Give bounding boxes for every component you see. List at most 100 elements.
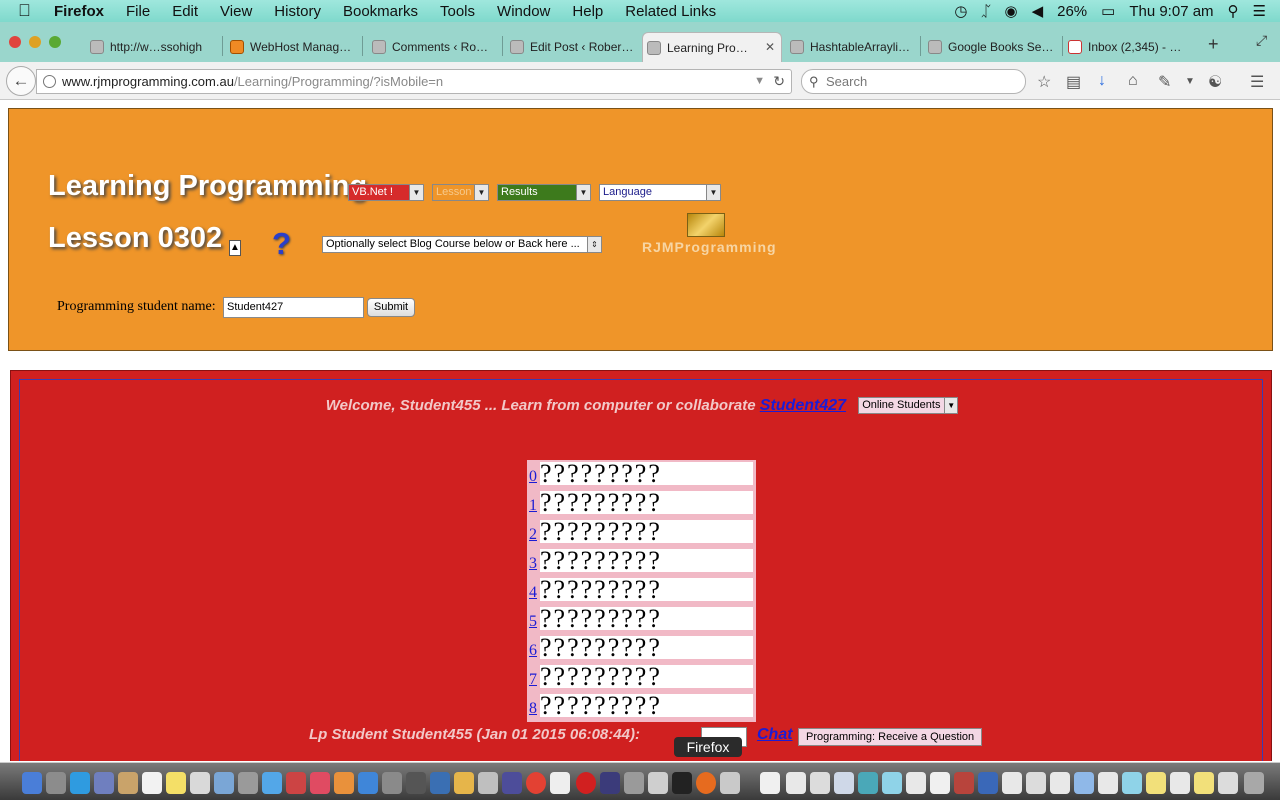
notes-icon[interactable] (166, 772, 186, 794)
grid-row-link[interactable]: 3 (529, 555, 537, 573)
app-icon[interactable] (648, 772, 668, 794)
minimized-window-icon[interactable] (930, 772, 950, 794)
minimized-window-icon[interactable] (1218, 772, 1238, 794)
linux-tux-icon[interactable]: ▲ (229, 240, 241, 256)
app-store-icon[interactable] (358, 772, 378, 794)
menu-bookmarks[interactable]: Bookmarks (343, 3, 418, 20)
menu-related-links[interactable]: Related Links (625, 3, 716, 20)
reminders-icon[interactable] (190, 772, 210, 794)
tab-2[interactable]: WebHost Manag… (226, 32, 358, 62)
menu-view[interactable]: View (220, 3, 252, 20)
tab-6[interactable]: HashtableArrayli… (786, 32, 918, 62)
minimize-window-icon[interactable] (29, 36, 41, 48)
messages-icon[interactable] (262, 772, 282, 794)
submit-button[interactable]: Submit (367, 298, 415, 317)
app-icon[interactable] (478, 772, 498, 794)
search-input[interactable]: ⚲ Search (801, 69, 1026, 94)
tab-4[interactable]: Edit Post ‹ Rober… (506, 32, 638, 62)
grid-row-link[interactable]: 8 (529, 700, 537, 718)
grid-row-cells[interactable]: ????????? (540, 636, 753, 659)
url-bar[interactable]: www.rjmprogramming.com.au/Learning/Progr… (36, 69, 792, 94)
app-icon[interactable] (406, 772, 426, 794)
help-question-icon[interactable]: ? (272, 226, 291, 262)
rjm-logo-image[interactable] (687, 213, 725, 237)
facetime-icon[interactable] (214, 772, 234, 794)
student-name-input[interactable]: Student427 (223, 297, 364, 318)
minimized-window-icon[interactable] (978, 772, 998, 794)
grid-row-link[interactable]: 5 (529, 613, 537, 631)
close-tab-icon[interactable]: ✕ (765, 40, 775, 54)
menu-clock[interactable]: Thu 9:07 am (1129, 3, 1213, 20)
language-select[interactable]: Language ▼ (599, 184, 721, 201)
minimized-window-icon[interactable] (1002, 772, 1022, 794)
collaborate-student-link[interactable]: Student427 (760, 397, 846, 414)
grid-row-cells[interactable]: ????????? (540, 607, 753, 630)
app-icon[interactable] (238, 772, 258, 794)
volume-icon[interactable]: ◀ (1032, 2, 1044, 20)
back-arrow-icon[interactable]: ← (6, 66, 36, 96)
minimized-window-icon[interactable] (1026, 772, 1046, 794)
grid-row-cells[interactable]: ????????? (540, 462, 753, 485)
home-icon[interactable]: ⌂ (1128, 72, 1138, 90)
document-icon[interactable] (760, 772, 780, 794)
grid-row-cells[interactable]: ????????? (540, 694, 753, 717)
app-icon[interactable] (624, 772, 644, 794)
firefox-icon[interactable] (696, 772, 716, 794)
new-tab-icon[interactable]: + (1208, 34, 1219, 55)
minimized-window-icon[interactable] (1074, 772, 1094, 794)
minimized-window-icon[interactable] (858, 772, 878, 794)
app-icon[interactable] (286, 772, 306, 794)
app-icon[interactable] (94, 772, 114, 794)
minimized-window-icon[interactable] (1170, 772, 1190, 794)
menu-history[interactable]: History (274, 3, 321, 20)
calendar-icon[interactable] (142, 772, 162, 794)
downloads-icon[interactable]: ↓ (1098, 72, 1106, 90)
menu-tools[interactable]: Tools (440, 3, 475, 20)
grid-row-link[interactable]: 1 (529, 497, 537, 515)
app-icon[interactable] (720, 772, 740, 794)
minimized-window-icon[interactable] (1146, 772, 1166, 794)
apple-icon[interactable]:  (18, 1, 38, 21)
addon-dropdown-icon[interactable]: ▼ (1185, 76, 1195, 87)
opera-icon[interactable] (576, 772, 596, 794)
course-language-select[interactable]: VB.Net ! ▼ (348, 184, 424, 201)
grid-row-link[interactable]: 0 (529, 468, 537, 486)
bluetooth-icon[interactable]: ᛢ (981, 3, 990, 20)
menu-file[interactable]: File (126, 3, 150, 20)
reload-icon[interactable]: ↻ (773, 70, 785, 93)
grid-row-link[interactable]: 7 (529, 671, 537, 689)
minimized-window-icon[interactable] (834, 772, 854, 794)
close-window-icon[interactable] (9, 36, 21, 48)
menu-edit[interactable]: Edit (172, 3, 198, 20)
time-machine-icon[interactable]: ◷ (954, 2, 967, 20)
online-students-select[interactable]: Online Students ▼ (858, 397, 959, 414)
terminal-icon[interactable] (672, 772, 692, 794)
grid-row-cells[interactable]: ????????? (540, 578, 753, 601)
trash-icon[interactable] (1244, 772, 1264, 794)
rjm-logo-text[interactable]: RJMProgramming (642, 239, 777, 255)
grid-row-link[interactable]: 2 (529, 526, 537, 544)
grid-row-cells[interactable]: ????????? (540, 520, 753, 543)
minimized-window-icon[interactable] (882, 772, 902, 794)
spotlight-icon[interactable]: ⚲ (1228, 2, 1239, 20)
safari-icon[interactable] (70, 772, 90, 794)
tab-1[interactable]: http://w…ssohigh (86, 32, 218, 62)
results-select[interactable]: Results ▼ (497, 184, 591, 201)
menu-window[interactable]: Window (497, 3, 550, 20)
tab-overflow-icon[interactable]: ⤢ (1256, 32, 1267, 49)
tab-7[interactable]: Google Books Se… (924, 32, 1060, 62)
contacts-icon[interactable] (118, 772, 138, 794)
battery-icon[interactable]: ▭ (1101, 2, 1115, 20)
minimized-window-icon[interactable] (1050, 772, 1070, 794)
minimized-window-icon[interactable] (954, 772, 974, 794)
zoom-window-icon[interactable] (49, 36, 61, 48)
tab-5-active[interactable]: Learning Pro… ✕ (642, 32, 782, 62)
minimized-window-icon[interactable] (1122, 772, 1142, 794)
document-icon[interactable] (550, 772, 570, 794)
bookmark-star-icon[interactable]: ☆ (1037, 72, 1051, 92)
itunes-icon[interactable] (310, 772, 330, 794)
wifi-icon[interactable]: ◉ (1004, 2, 1017, 20)
system-preferences-icon[interactable] (382, 772, 402, 794)
receive-question-button[interactable]: Programming: Receive a Question (798, 728, 983, 746)
sync-icon[interactable]: ☯ (1208, 72, 1222, 92)
